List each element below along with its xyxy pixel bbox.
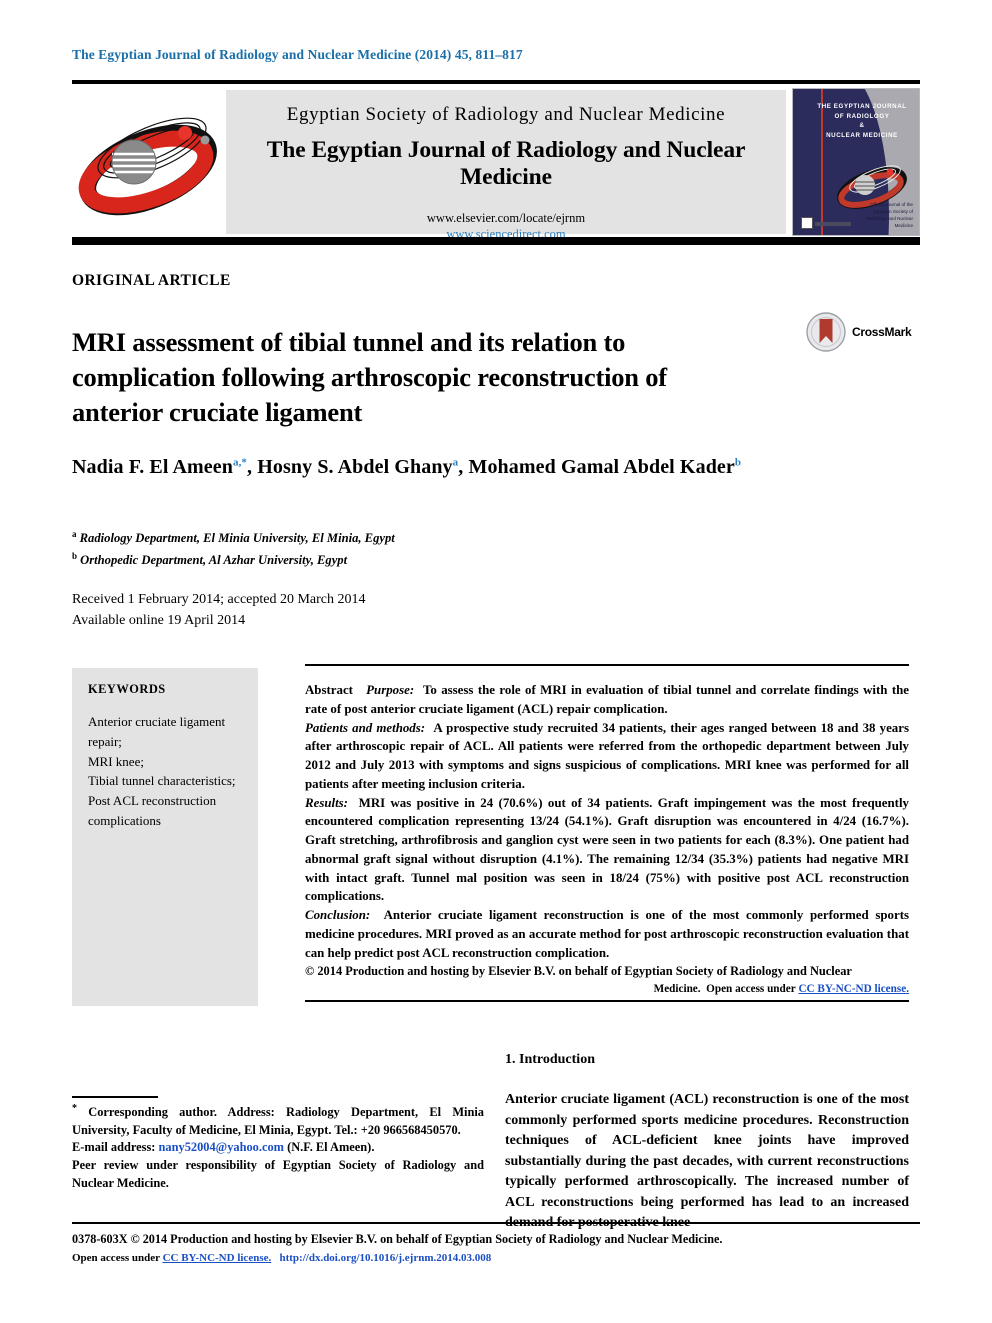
cover-publisher-mark (801, 217, 813, 229)
keyword-item: Anterior cruciate ligament repair; (88, 714, 226, 749)
imprint-line2: Open access under CC BY-NC-ND license. h… (72, 1250, 932, 1268)
abstract-results-text: MRI was positive in 24 (70.6%) out of 34… (305, 795, 909, 904)
abstract-results: Results: MRI was positive in 24 (70.6%) … (305, 794, 909, 907)
email-label: E-mail address: (72, 1140, 156, 1155)
abstract-body: Abstract Purpose: To assess the role of … (305, 681, 909, 997)
elsevier-url[interactable]: www.elsevier.com/locate/ejrnm (226, 211, 786, 226)
footnote-rule (72, 1096, 158, 1098)
journal-name: The Egyptian Journal of Radiology and Nu… (266, 137, 746, 190)
email-note: E-mail address: nany52004@yahoo.com (N.F… (72, 1139, 484, 1157)
abstract-label: Abstract (305, 683, 353, 697)
cover-title-text: THE EGYPTIAN JOURNAL OF RADIOLOGY & NUCL… (809, 102, 915, 140)
affiliation-a: a Radiology Department, El Minia Univers… (72, 527, 672, 549)
abstract-open-access: Medicine. Open access under CC BY-NC-ND … (305, 981, 909, 997)
affiliation-a-text: Radiology Department, El Minia Universit… (79, 531, 395, 546)
page-title: MRI assessment of tibial tunnel and its … (72, 326, 667, 428)
banner-center-text: Egyptian Society of Radiology and Nuclea… (226, 90, 786, 241)
doi-link[interactable]: http://dx.doi.org/10.1016/j.ejrnm.2014.0… (279, 1252, 491, 1264)
article-type-label: ORIGINAL ARTICLE (72, 272, 231, 289)
abstract-purpose: Abstract Purpose: To assess the role of … (305, 681, 909, 719)
affiliation-b: b Orthopedic Department, Al Azhar Univer… (72, 549, 672, 571)
running-head: The Egyptian Journal of Radiology and Nu… (72, 47, 523, 62)
journal-swoosh-logo-icon (72, 96, 224, 228)
cc-license-link[interactable]: CC BY-NC-ND license. (798, 983, 909, 995)
abstract-bottom-rule (305, 1000, 909, 1002)
crossmark-icon (806, 312, 846, 352)
author-2-name: Hosny S. Abdel Ghany (257, 456, 453, 478)
affiliation-a-mark: a (72, 529, 77, 539)
cover-title-line4: NUCLEAR MEDICINE (826, 131, 898, 139)
cover-footer-bar (815, 222, 851, 226)
abstract-results-label: Results: (305, 795, 348, 810)
abstract-conclusion-label: Conclusion: (305, 908, 371, 923)
abstract-conclusion-text: Anterior cruciate ligament reconstructio… (305, 908, 909, 960)
top-rule (72, 80, 920, 84)
author-sep-2: , (458, 456, 469, 478)
author-3-marks[interactable]: b (735, 456, 741, 468)
cover-footer-note: Official Journal of the Egyptian Society… (866, 202, 913, 229)
keyword-item: Tibial tunnel characteristics; (88, 773, 236, 789)
introduction-body: Anterior cruciate ligament (ACL) reconst… (505, 1092, 909, 1230)
author-3-name: Mohamed Gamal Abdel Kader (468, 456, 735, 478)
imprint-line1: 0378-603X © 2014 Production and hosting … (72, 1232, 723, 1246)
keywords-heading: KEYWORDS (88, 682, 166, 696)
publication-dates: Received 1 February 2014; accepted 20 Ma… (72, 589, 366, 631)
cover-title-line2: OF RADIOLOGY (834, 112, 890, 120)
imprint-cc-license-link[interactable]: CC BY-NC-ND license. (163, 1252, 272, 1264)
email-link[interactable]: nany52004@yahoo.com (159, 1140, 284, 1154)
author-list: Nadia F. El Ameena,*, Hosny S. Abdel Gha… (72, 456, 922, 479)
abstract-conclusion: Conclusion: Anterior cruciate ligament r… (305, 906, 909, 962)
journal-cover-thumbnail: THE EGYPTIAN JOURNAL OF RADIOLOGY & NUCL… (792, 88, 920, 236)
corresponding-author-text: Corresponding author. Address: Radiology… (72, 1105, 484, 1137)
keyword-item: MRI knee; (88, 753, 144, 769)
abstract-purpose-label: Purpose: (366, 683, 415, 697)
section-heading-introduction: 1. Introduction (505, 1052, 595, 1067)
article-first-page: The Egyptian Journal of Radiology and Nu… (0, 0, 992, 1323)
author-3: Mohamed Gamal Abdel Kaderb (468, 456, 741, 478)
abstract-copyright-tail: Medicine. (653, 982, 701, 995)
abstract-open-access-prefix: Open access under (706, 982, 796, 995)
abstract-top-rule (305, 664, 909, 666)
journal-banner: Egyptian Society of Radiology and Nuclea… (72, 88, 920, 241)
abstract-copyright: © 2014 Production and hosting by Elsevie… (305, 962, 909, 996)
imprint-open-access-prefix: Open access under (72, 1251, 160, 1264)
affiliation-list: a Radiology Department, El Minia Univers… (72, 527, 672, 570)
author-1: Nadia F. El Ameena,* (72, 456, 247, 478)
author-sep-1: , (247, 456, 258, 478)
author-1-name: Nadia F. El Ameen (72, 456, 233, 478)
cover-title-line3: & (859, 122, 865, 130)
author-2: Hosny S. Abdel Ghanya (257, 456, 458, 478)
abstract-copyright-text: © 2014 Production and hosting by Elsevie… (305, 964, 852, 979)
imprint-block: 0378-603X © 2014 Production and hosting … (72, 1230, 932, 1268)
footnote-block: * Corresponding author. Address: Radiolo… (72, 1102, 484, 1192)
asterisk-icon: * (72, 1103, 77, 1114)
imprint-rule (72, 1222, 920, 1224)
crossmark-badge[interactable]: CrossMark (806, 312, 912, 354)
abstract-methods-label: Patients and methods: (305, 720, 426, 735)
crossmark-label: CrossMark (852, 325, 912, 339)
cover-title-line1: THE EGYPTIAN JOURNAL (817, 103, 907, 110)
society-name: Egyptian Society of Radiology and Nuclea… (286, 104, 726, 125)
affiliation-b-mark: b (72, 550, 78, 561)
keywords-list: Anterior cruciate ligament repair; MRI k… (88, 712, 244, 831)
received-date: Received 1 February 2014; accepted 20 Ma… (72, 592, 366, 607)
available-online-date: Available online 19 April 2014 (72, 613, 246, 628)
affiliation-b-text: Orthopedic Department, Al Azhar Universi… (80, 552, 348, 567)
peer-review-note: Peer review under responsibility of Egyp… (72, 1157, 484, 1190)
email-suffix: (N.F. El Ameen). (287, 1140, 375, 1155)
keywords-panel: KEYWORDS Anterior cruciate ligament repa… (72, 668, 258, 1006)
abstract-methods: Patients and methods: A prospective stud… (305, 719, 909, 794)
corresponding-author-note: * Corresponding author. Address: Radiolo… (72, 1102, 484, 1139)
banner-bottom-rule (72, 237, 920, 245)
author-1-marks[interactable]: a,* (233, 456, 247, 468)
keyword-item: Post ACL reconstruction complications (88, 793, 217, 828)
